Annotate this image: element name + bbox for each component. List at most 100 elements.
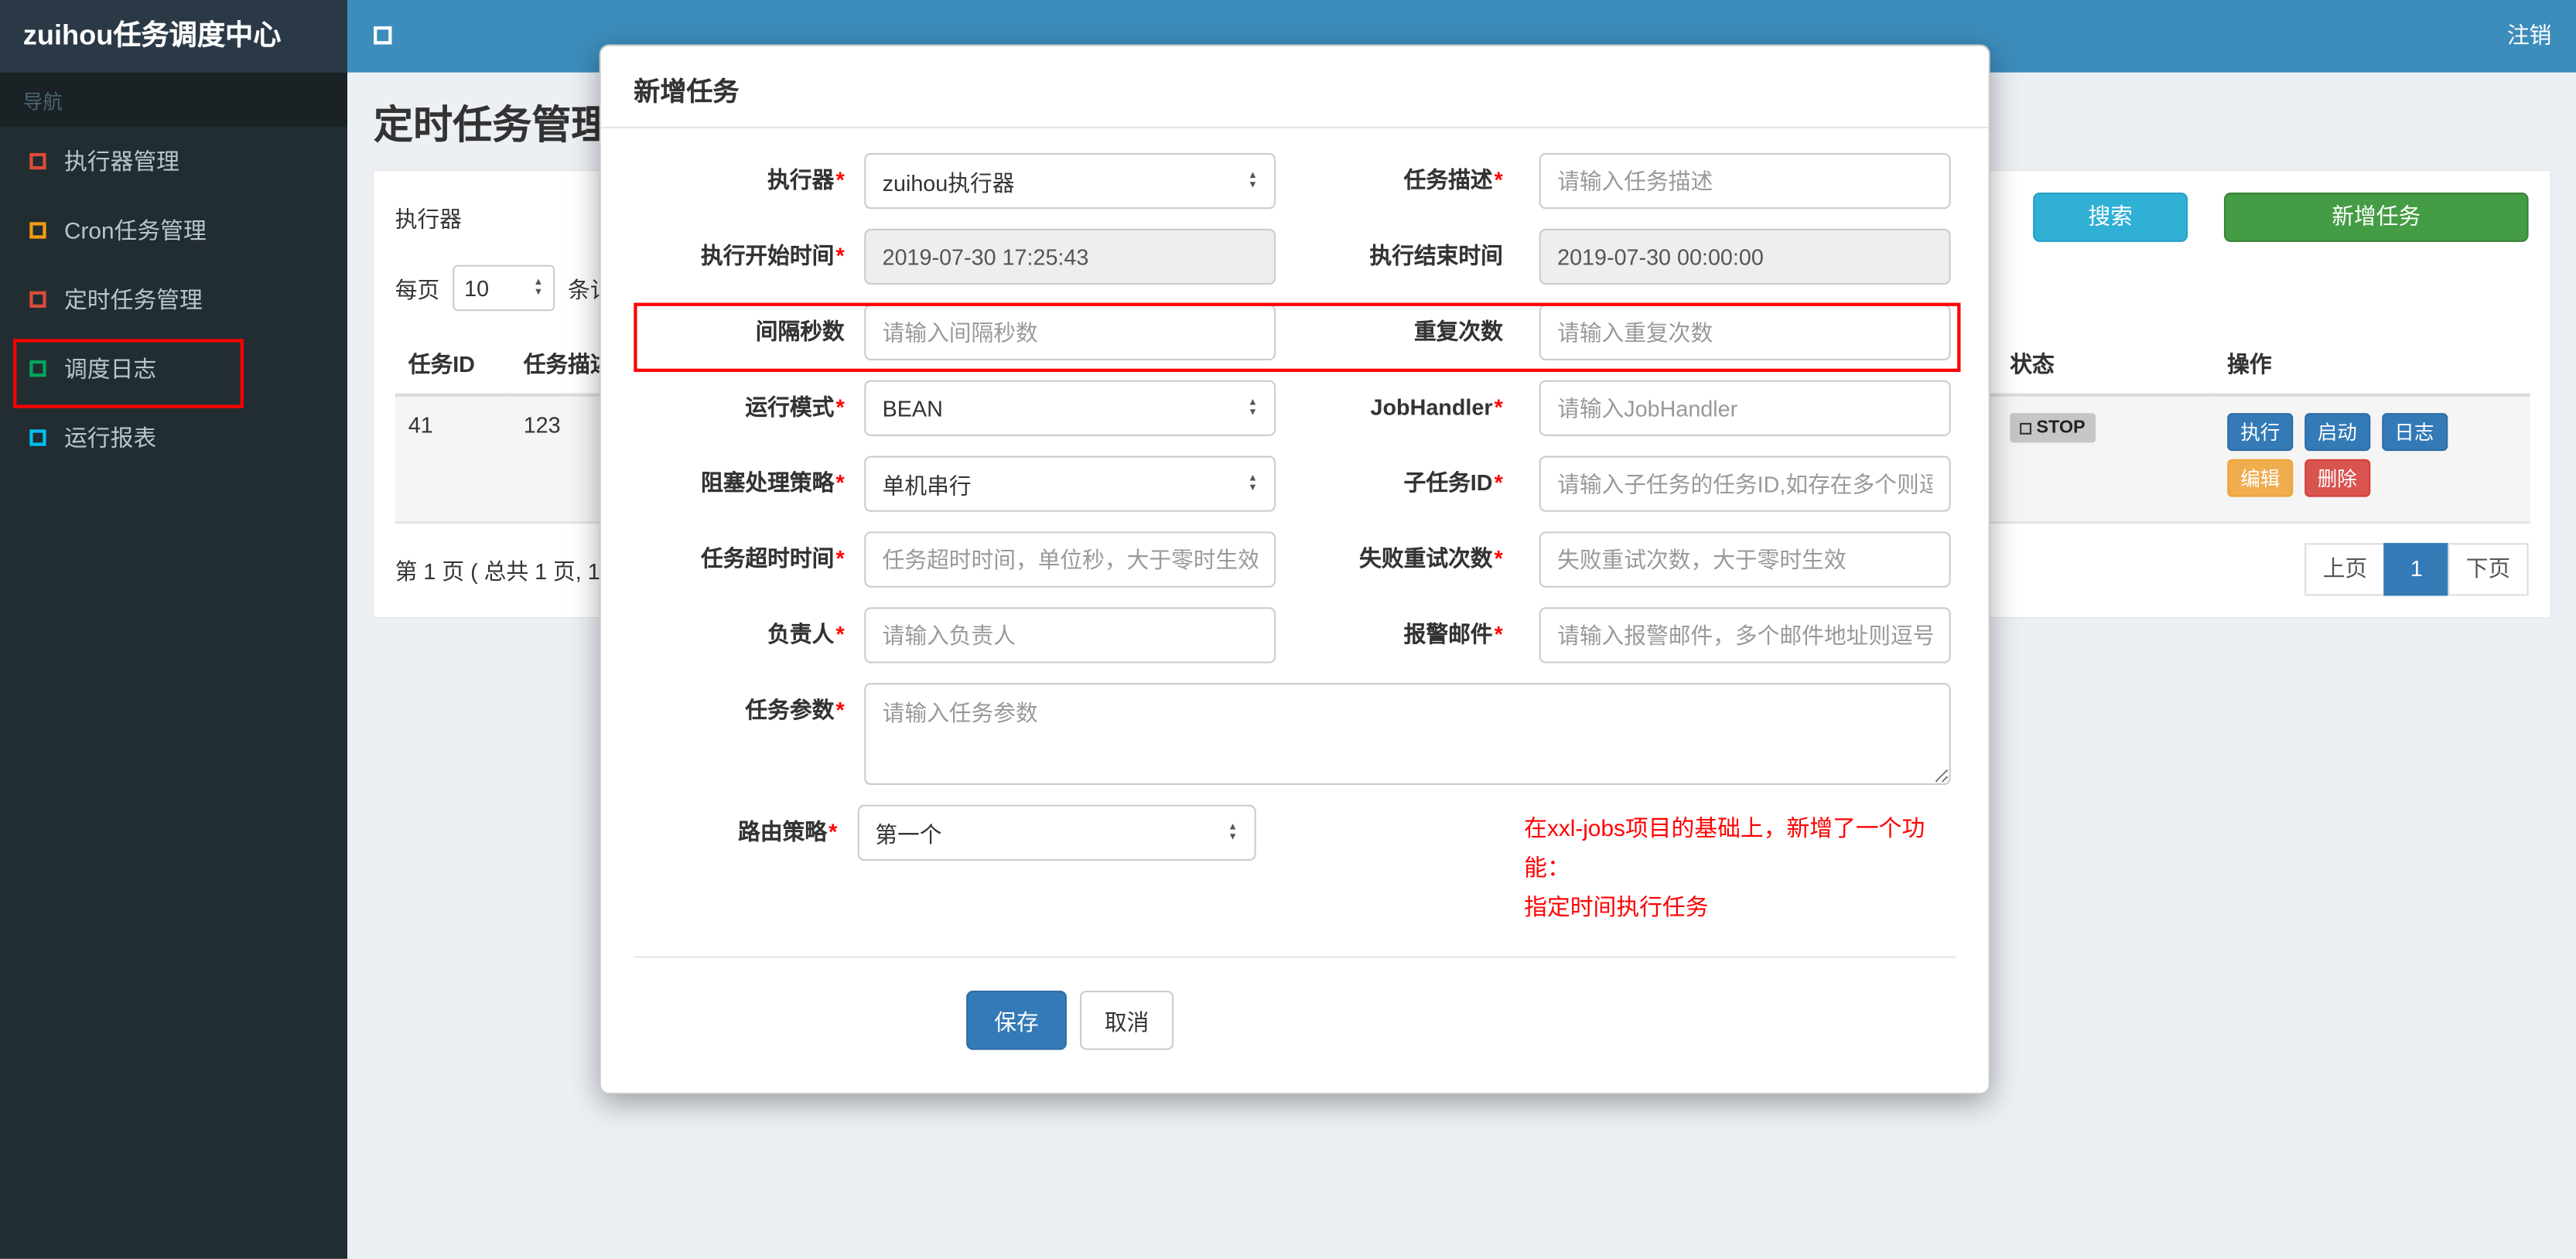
route-strategy-select[interactable]: 第一个 — [856, 804, 1256, 861]
sidebar-item-label: 调度日志 — [63, 355, 157, 382]
next-page-button[interactable]: 下页 — [2448, 543, 2529, 596]
app-viewport: zuihou任务调度中心 注销 导航 执行器管理 Cron任务管理 定时任务管理… — [0, 0, 2576, 1259]
executor-field-label: 执行器 — [634, 153, 864, 209]
interval-field-label: 间隔秒数 — [755, 319, 845, 344]
status-cell: STOP — [1997, 394, 2215, 524]
block-strategy-select-value: 单机串行 — [882, 473, 972, 499]
sidebar-toggle-icon[interactable] — [374, 26, 392, 45]
prev-page-button[interactable]: 上页 — [2304, 543, 2386, 596]
cancel-button[interactable]: 取消 — [1079, 991, 1174, 1050]
start-button[interactable]: 启动 — [2304, 413, 2370, 452]
form-row-5: 阻塞处理策略 单机串行 子任务ID — [634, 455, 1956, 512]
job-desc-field-label: 任务描述 — [1276, 153, 1539, 209]
task-id-cell: 41 — [395, 394, 511, 524]
timeout-field-label: 任务超时时间 — [634, 531, 864, 587]
sidebar: 导航 执行器管理 Cron任务管理 定时任务管理 调度日志 运行报表 — [0, 72, 348, 1259]
child-job-field-label: 子任务ID — [1276, 455, 1539, 511]
col-header-operation: 操作 — [2214, 330, 2530, 397]
pager: 上页 1 下页 — [2304, 543, 2529, 596]
route-strategy-select-value: 第一个 — [875, 823, 942, 848]
add-task-modal: 新增任务 执行器 zuihou执行器 任务描述 执行开始时间 执行结束时间 间隔… — [599, 44, 1990, 1095]
sidebar-item-label: 运行报表 — [63, 425, 157, 452]
sidebar-item-dispatch-log[interactable]: 调度日志 — [0, 334, 347, 403]
form-row-8: 任务参数 — [634, 683, 1956, 786]
modal-footer: 保存 取消 — [634, 956, 1956, 1093]
square-outline-icon — [29, 152, 46, 170]
retry-field-label: 失败重试次数 — [1276, 531, 1539, 587]
per-page-label: 每页 — [395, 278, 440, 303]
executor-label: 执行器 — [395, 207, 462, 233]
job-param-textarea[interactable] — [864, 683, 1951, 786]
retry-input[interactable] — [1539, 531, 1951, 588]
sidebar-item-run-report[interactable]: 运行报表 — [0, 403, 347, 472]
alarm-email-field-label: 报警邮件 — [1276, 607, 1539, 663]
start-time-field-label: 执行开始时间 — [634, 229, 864, 285]
feature-note-line2: 指定时间执行任务 — [1524, 893, 1709, 920]
delete-button[interactable]: 删除 — [2304, 459, 2370, 497]
sidebar-nav-header: 导航 — [0, 72, 348, 127]
log-button[interactable]: 日志 — [2381, 413, 2448, 452]
executor-select[interactable]: zuihou执行器 — [864, 152, 1276, 210]
search-button[interactable]: 搜索 — [2033, 192, 2188, 242]
modal-body: 执行器 zuihou执行器 任务描述 执行开始时间 执行结束时间 间隔秒数 重复… — [601, 128, 1989, 926]
pagination-summary: 第 1 页 ( 总共 1 页, 1 — [395, 559, 600, 585]
run-mode-select[interactable]: BEAN — [864, 380, 1276, 436]
owner-input[interactable] — [864, 607, 1276, 664]
timeout-input[interactable] — [864, 531, 1276, 588]
select-arrows-icon — [1228, 823, 1238, 843]
page-1-button[interactable]: 1 — [2383, 543, 2450, 596]
form-row-1: 执行器 zuihou执行器 任务描述 — [634, 152, 1956, 210]
sidebar-item-label: Cron任务管理 — [63, 217, 207, 244]
end-time-field-label: 执行结束时间 — [1369, 243, 1503, 268]
sidebar-item-executor-management[interactable]: 执行器管理 — [0, 127, 347, 196]
feature-note-line1: 在xxl-jobs项目的基础上，新增了一个功能： — [1524, 814, 1925, 881]
modal-footer-buttons: 保存 取消 — [864, 991, 1276, 1050]
status-text: STOP — [2036, 418, 2086, 438]
add-task-button[interactable]: 新增任务 — [2223, 192, 2529, 242]
feature-note: 在xxl-jobs项目的基础上，新增了一个功能： 指定时间执行任务 — [1524, 805, 1956, 926]
alarm-email-input[interactable] — [1539, 607, 1951, 664]
jobhandler-input[interactable] — [1539, 380, 1951, 436]
repeat-field-label: 重复次数 — [1413, 319, 1503, 344]
select-arrows-icon — [1248, 171, 1258, 191]
select-arrows-icon — [1248, 474, 1258, 494]
jobhandler-field-label: JobHandler — [1276, 380, 1539, 436]
status-badge: STOP — [2010, 413, 2096, 443]
run-mode-select-value: BEAN — [882, 395, 943, 421]
per-page-select[interactable]: 10 — [453, 264, 555, 312]
sidebar-item-cron-task-management[interactable]: Cron任务管理 — [0, 196, 347, 264]
per-page-value: 10 — [464, 275, 490, 301]
end-time-input[interactable] — [1539, 228, 1951, 285]
form-row-4: 运行模式 BEAN JobHandler — [634, 380, 1956, 436]
interval-input[interactable] — [864, 304, 1276, 361]
modal-title: 新增任务 — [600, 46, 1989, 128]
square-outline-icon — [29, 222, 46, 239]
brand-title: zuihou任务调度中心 — [0, 0, 348, 73]
job-param-field-label: 任务参数 — [634, 683, 864, 785]
form-row-3: 间隔秒数 重复次数 — [634, 304, 1956, 361]
repeat-input[interactable] — [1539, 304, 1951, 361]
logout-link[interactable]: 注销 — [2507, 0, 2551, 73]
job-desc-input[interactable] — [1539, 152, 1951, 210]
col-header-task-id: 任务ID — [395, 330, 511, 397]
sidebar-item-scheduled-task-management[interactable]: 定时任务管理 — [0, 265, 347, 334]
start-time-input[interactable] — [864, 228, 1276, 285]
form-row-7: 负责人 报警邮件 — [634, 607, 1956, 664]
owner-field-label: 负责人 — [634, 607, 864, 663]
block-strategy-select[interactable]: 单机串行 — [864, 455, 1276, 512]
sidebar-item-label: 定时任务管理 — [63, 286, 203, 313]
form-row-6: 任务超时时间 失败重试次数 — [634, 531, 1956, 588]
executor-select-value: zuihou执行器 — [882, 171, 1015, 196]
square-outline-icon — [29, 429, 46, 446]
run-mode-field-label: 运行模式 — [634, 380, 864, 436]
form-row-2: 执行开始时间 执行结束时间 — [634, 228, 1956, 285]
child-job-input[interactable] — [1539, 455, 1951, 512]
route-strategy-field-label: 路由策略 — [634, 805, 857, 926]
sidebar-item-label: 执行器管理 — [63, 148, 179, 175]
block-strategy-field-label: 阻塞处理策略 — [634, 455, 864, 511]
operation-cell: 执行 启动 日志 编辑 删除 — [2214, 394, 2530, 524]
edit-button[interactable]: 编辑 — [2227, 459, 2294, 497]
execute-button[interactable]: 执行 — [2227, 413, 2294, 452]
save-button[interactable]: 保存 — [966, 991, 1067, 1050]
square-outline-icon — [29, 291, 46, 308]
